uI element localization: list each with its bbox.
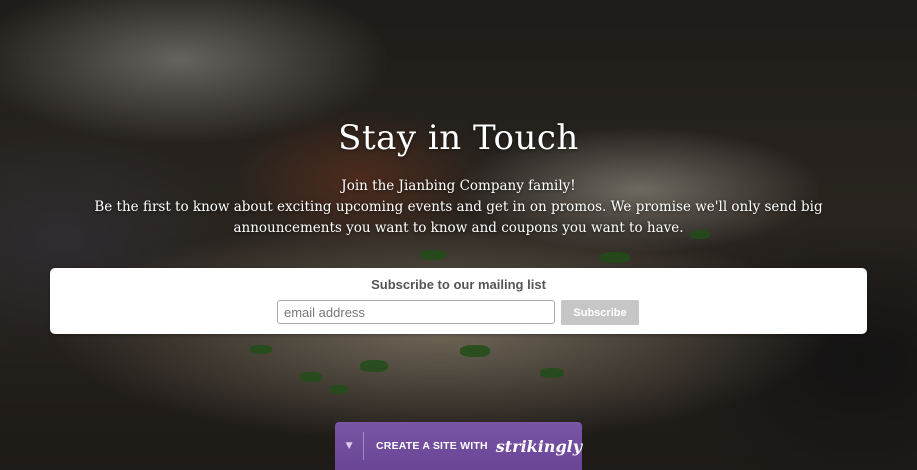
- signup-title: Subscribe to our mailing list: [371, 277, 546, 292]
- email-address-input[interactable]: [277, 300, 555, 324]
- create-site-label[interactable]: CREATE A SITE WITH: [376, 440, 488, 452]
- divider: [363, 432, 365, 460]
- tagline-line-2: Be the first to know about exciting upco…: [94, 199, 823, 236]
- strikingly-create-site-bar[interactable]: ▼ CREATE A SITE WITH strikingly: [335, 422, 582, 470]
- triangle-down-icon[interactable]: ▼: [335, 422, 363, 470]
- subscribe-button[interactable]: Subscribe: [561, 300, 639, 325]
- tagline-line-1: Join the Jianbing Company family!: [341, 178, 576, 194]
- mailing-list-signup-box: Subscribe to our mailing list Subscribe: [50, 268, 867, 334]
- strikingly-logo[interactable]: strikingly: [496, 437, 582, 456]
- tagline: Join the Jianbing Company family! Be the…: [90, 176, 827, 239]
- page-title: Stay in Touch: [338, 118, 579, 158]
